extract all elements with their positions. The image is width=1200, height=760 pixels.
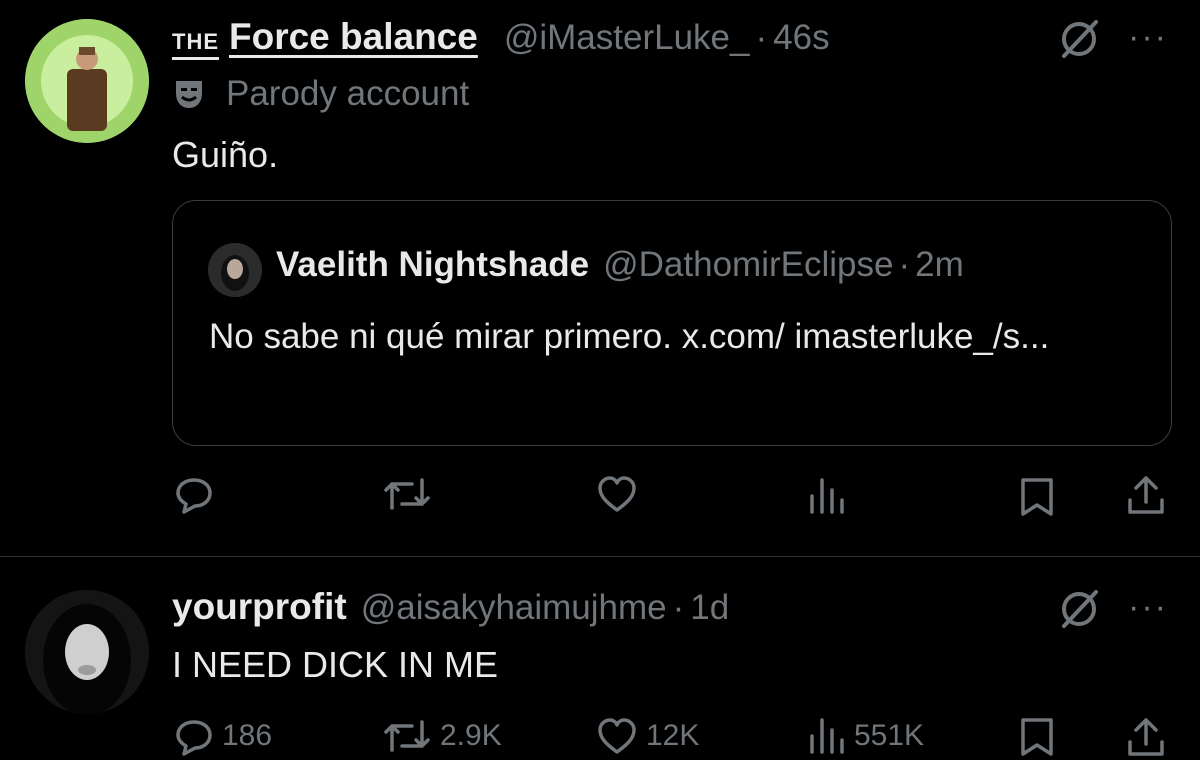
like-icon — [598, 718, 636, 754]
separator: · — [898, 245, 911, 284]
reply-icon — [176, 720, 212, 756]
handle[interactable]: @aisakyhaimujhme — [361, 588, 667, 628]
handle[interactable]: @iMasterLuke_ — [504, 18, 750, 58]
timestamp[interactable]: 46s — [773, 18, 829, 58]
tweet[interactable]: THE Force balance @iMasterLuke_ · 46s ··… — [0, 0, 1200, 557]
quote-avatar[interactable] — [208, 243, 262, 297]
bookmark-icon — [1021, 718, 1053, 756]
retweet-icon — [384, 478, 430, 510]
tweet-text: I NEED DICK IN ME — [172, 644, 499, 685]
more-icon[interactable]: ··· — [1128, 590, 1168, 624]
bookmark-button[interactable] — [1018, 476, 1056, 518]
quote-avatar-image — [208, 243, 262, 297]
views-button[interactable] — [806, 476, 854, 516]
share-icon — [1128, 476, 1164, 514]
like-icon — [598, 476, 636, 512]
quote-display-name[interactable]: Vaelith Nightshade — [276, 245, 589, 285]
grok-icon[interactable] — [1058, 18, 1100, 60]
quote-text: No sabe ni qué mirar primero. x.com/ ima… — [209, 317, 1050, 356]
like-button[interactable]: 12K — [596, 716, 699, 756]
views-button[interactable]: 551K — [806, 716, 924, 756]
more-icon[interactable]: ··· — [1128, 20, 1168, 54]
display-name[interactable]: Force balance — [229, 16, 478, 58]
separator: · — [672, 588, 685, 627]
retweet-icon — [384, 720, 430, 752]
views-icon — [810, 718, 844, 754]
grok-icon[interactable] — [1058, 588, 1100, 630]
like-count: 12K — [646, 719, 700, 752]
parody-mask-icon — [176, 81, 202, 108]
reply-icon — [176, 478, 212, 514]
quote-header: Vaelith Nightshade @DathomirEclipse · 2m — [276, 245, 964, 285]
display-name[interactable]: yourprofit — [172, 586, 347, 628]
reply-button[interactable]: 186 — [174, 716, 272, 756]
avatar-image — [25, 19, 149, 143]
reply-count: 186 — [222, 719, 273, 752]
name-prefix: THE — [172, 29, 219, 60]
bookmark-button[interactable] — [1018, 716, 1056, 758]
tweet-header: THE Force balance @iMasterLuke_ · 46s — [172, 16, 830, 60]
like-button[interactable] — [596, 474, 646, 514]
retweet-button[interactable] — [382, 474, 440, 514]
retweet-button[interactable]: 2.9K — [382, 716, 502, 756]
avatar-image — [25, 590, 149, 714]
reply-button[interactable] — [174, 474, 222, 514]
separator: · — [755, 18, 768, 57]
bookmark-icon — [1021, 478, 1053, 516]
quoted-tweet[interactable]: Vaelith Nightshade @DathomirEclipse · 2m… — [172, 200, 1172, 446]
share-button[interactable] — [1124, 716, 1168, 760]
views-icon — [810, 478, 844, 514]
parody-row: Parody account — [172, 74, 469, 114]
share-button[interactable] — [1124, 474, 1168, 518]
quote-handle[interactable]: @DathomirEclipse — [603, 245, 893, 285]
views-count: 551K — [854, 719, 925, 752]
parody-label: Parody account — [226, 74, 470, 113]
quote-timestamp[interactable]: 2m — [915, 245, 964, 285]
avatar[interactable] — [25, 19, 149, 143]
tweet-text: Guiño. — [172, 134, 279, 175]
timestamp[interactable]: 1d — [690, 588, 729, 628]
retweet-count: 2.9K — [440, 719, 502, 752]
share-icon — [1128, 718, 1164, 756]
avatar[interactable] — [25, 590, 149, 714]
tweet-header: yourprofit @aisakyhaimujhme · 1d — [172, 586, 729, 628]
